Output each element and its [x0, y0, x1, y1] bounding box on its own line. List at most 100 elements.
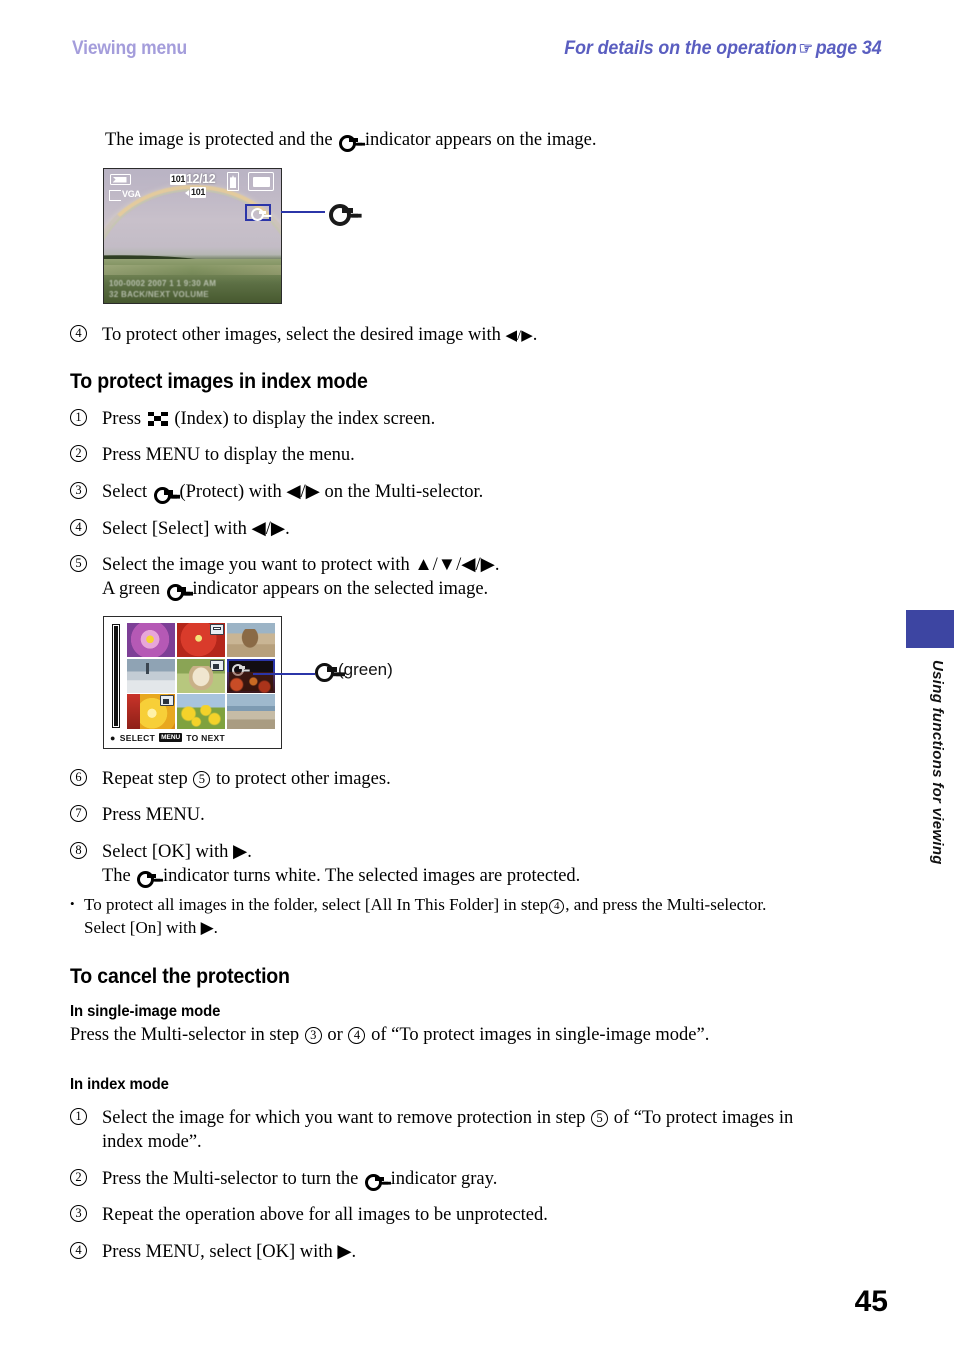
subheading-index-mode: In index mode	[70, 1076, 169, 1094]
protect-key-icon-on-screen	[250, 208, 266, 222]
step-item: 2 Press the Multi-selector to turn the i…	[70, 1168, 860, 1192]
protect-key-icon-callout	[315, 663, 337, 683]
step-item: 3 Repeat the operation above for all ima…	[70, 1204, 860, 1228]
step-text-after: (Index) to display the index screen.	[174, 408, 436, 429]
page-header: Viewing menu For details on the operatio…	[0, 38, 954, 68]
protect-key-icon	[339, 135, 359, 152]
battery-level-icon	[110, 174, 131, 186]
index-mode-step-list-continued: 6 Repeat step 5 to protect other images.…	[70, 768, 860, 889]
note-text-line2: Select [On] with ▶.	[84, 917, 218, 937]
step-text-before: Select [OK] with ▶.	[102, 842, 252, 863]
section-heading-cancel-protection: To cancel the protection	[70, 965, 290, 989]
step-text-before: Select	[102, 482, 148, 503]
to-next-label: TO NEXT	[186, 732, 226, 743]
index-mode-lcd-figure: ● SELECT MENU TO NEXT (green)	[103, 615, 523, 754]
step-text-before: Press the Multi-selector to turn the	[102, 1168, 359, 1189]
step-text-after: (Protect) with ◀/▶ on the Multi-selector…	[179, 482, 484, 503]
index-grid-icon	[147, 411, 168, 426]
step-item: 1 Select the image for which you want to…	[70, 1107, 860, 1154]
step-item: 5 Select the image you want to protect w…	[70, 554, 860, 602]
step-item: 4 Select [Select] with ◀/▶.	[70, 518, 860, 542]
step-subtext-after: indicator appears on the selected image.	[192, 579, 489, 600]
index-mode-step-list: 1 Press (Index) to display the index scr…	[70, 408, 860, 602]
multiselector-arrows: ◀/▶	[505, 328, 533, 345]
single-image-lcd-figure: VGA 101 12/12 101 100-0002 2007 1 1 9:30…	[103, 168, 363, 310]
thumbnail-cat[interactable]	[176, 658, 226, 693]
intro-text-before: The image is protected and the	[105, 130, 333, 150]
note-text-before: To protect all images in the folder, sel…	[84, 895, 549, 915]
cancel-text-mid: or	[327, 1025, 343, 1046]
thumbnail-seashore[interactable]	[226, 694, 275, 729]
callout-leader-line	[253, 672, 315, 675]
cancel-index-step-list: 1 Select the image for which you want to…	[70, 1107, 860, 1264]
step-text: Select [OK] with ▶. The indicator turns …	[102, 841, 860, 888]
step-text-before: Press	[102, 408, 142, 429]
image-size-vga-label: VGA	[109, 189, 141, 202]
note-bullet: • To protect all images in the folder, s…	[70, 894, 860, 939]
inline-step-reference: 5	[193, 770, 211, 788]
inline-step-reference: 4	[549, 899, 565, 915]
step-text-after: .	[532, 325, 538, 346]
step-number: 2	[70, 1168, 102, 1187]
step-number: 1	[70, 408, 102, 427]
step-text: Select (Protect) with ◀/▶ on the Multi-s…	[102, 481, 860, 505]
bullet-icon: •	[70, 896, 75, 912]
step-text: Press the Multi-selector to turn the ind…	[102, 1168, 860, 1192]
step-subtext-before: The	[102, 865, 131, 886]
thumbnail-red-flower[interactable]	[176, 622, 226, 658]
step-text-after: of “To protect images in	[613, 1108, 794, 1129]
callout-protect-key	[327, 204, 355, 227]
step-text: Select the image for which you want to r…	[102, 1107, 860, 1154]
index-guide-bar: ● SELECT MENU TO NEXT	[110, 733, 225, 743]
pointing-hand-icon: ☞	[799, 39, 814, 58]
step-number: 1	[70, 1107, 102, 1126]
thumbnail-sunflowers[interactable]	[176, 694, 226, 729]
chapter-tab-marker	[906, 610, 954, 648]
step-item: 6 Repeat step 5 to protect other images.	[70, 768, 860, 792]
header-section-title: Viewing menu	[72, 38, 187, 59]
step-number-circle: 1	[70, 408, 87, 426]
step-text-line2: index mode”.	[102, 1131, 202, 1152]
step-text: Press MENU to display the menu.	[102, 445, 355, 466]
index-thumbnail-grid	[127, 622, 275, 729]
step-text: Press MENU.	[102, 805, 205, 826]
thumbnail-purple-lotus[interactable]	[127, 622, 176, 658]
step-number: 4	[70, 518, 102, 537]
step-number: 8	[70, 841, 102, 860]
cancel-text-after: of “To protect images in single-image mo…	[371, 1025, 710, 1046]
step-subtext-before: A green	[102, 579, 161, 600]
playback-mode-icon	[248, 172, 274, 192]
step-text: Repeat step 5 to protect other images.	[102, 768, 860, 792]
step-number-circle: 8	[70, 842, 87, 860]
step-text-before: Repeat step	[102, 768, 188, 789]
note-text: To protect all images in the folder, sel…	[84, 894, 766, 939]
step-number: 3	[70, 1204, 102, 1223]
step-text-before: Select the image for which you want to r…	[102, 1108, 586, 1129]
step-number-circle: 2	[70, 445, 87, 463]
step-text: To protect other images, select the desi…	[102, 324, 860, 348]
single-image-cancel-text: Press the Multi-selector in step 3 or 4 …	[70, 1025, 860, 1046]
camera-lcd-screen: VGA 101 12/12 101 100-0002 2007 1 1 9:30…	[103, 168, 282, 305]
step-text-before: Select the image you want to protect wit…	[102, 555, 500, 576]
header-reference-text-before: For details on the operation	[564, 38, 798, 59]
inline-step-reference: 4	[348, 1027, 366, 1045]
step-number-circle: 7	[70, 805, 87, 823]
thumbnail-dog-on-beach[interactable]	[226, 622, 275, 658]
thumbnail-night-festival-selected[interactable]	[226, 658, 275, 693]
folder-number-badge-secondary: 101	[190, 187, 207, 199]
thumbnail-snow-landscape[interactable]	[127, 658, 176, 693]
image-count-label: 12/12	[186, 172, 216, 187]
step-item: 4 Press MENU, select [OK] with ▶.	[70, 1241, 860, 1265]
step-text-before: To protect other images, select the desi…	[102, 325, 501, 346]
protect-key-icon-green	[231, 663, 245, 676]
page-content: The image is protected and the indicator…	[70, 128, 860, 1278]
protect-key-icon	[137, 870, 157, 888]
step-item: 2 Press MENU to display the menu.	[70, 444, 860, 468]
intro-sentence: The image is protected and the indicator…	[105, 128, 860, 152]
index-scrollbar-thumb[interactable]	[114, 625, 118, 726]
protect-key-icon	[365, 1173, 385, 1191]
intro-text-after: indicator appears on the image.	[364, 130, 597, 150]
index-scrollbar[interactable]	[112, 623, 120, 728]
thumbnail-yellow-rose[interactable]	[127, 694, 176, 729]
step-item: 1 Press (Index) to display the index scr…	[70, 408, 860, 432]
